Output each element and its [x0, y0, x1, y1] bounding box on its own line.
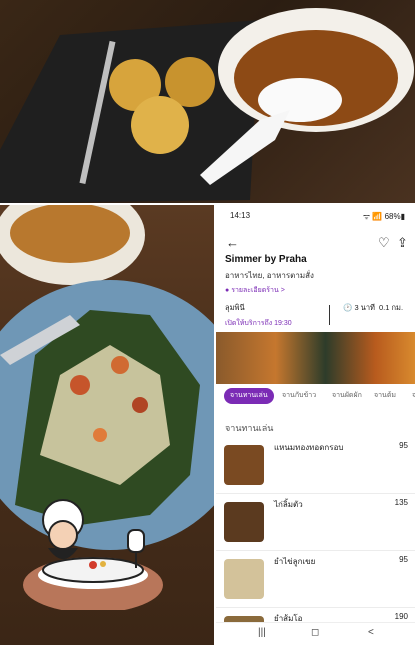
menu-item-name: ไก่ลิ้มตัว	[274, 500, 303, 509]
share-icon[interactable]: ⇪	[397, 236, 408, 249]
status-bar: 14:13 ᯤ 📶 68%▮	[216, 205, 415, 225]
distance: 0.1 กม.	[379, 303, 404, 312]
food-photo-salad	[0, 205, 214, 645]
header-bar: ← ♡ ⇪	[216, 229, 415, 253]
heart-icon[interactable]: ♡	[378, 236, 390, 249]
menu-item-price: 135	[394, 498, 408, 507]
open-status: เปิดให้บริการถึง 19:30	[225, 320, 292, 327]
restaurant-details-link[interactable]: ● รายละเอียดร้าน >	[225, 285, 285, 296]
fried-balls-illustration	[0, 8, 414, 203]
menu-item-photo	[224, 559, 264, 599]
menu-item-price: 95	[399, 441, 408, 450]
menu-item[interactable]: ไก่ลิ้มตัว 135	[216, 494, 415, 551]
menu-photo-strip[interactable]	[216, 332, 415, 384]
menu-item-name: แหนมทองทอดกรอบ	[274, 443, 344, 452]
status-time: 14:13	[230, 211, 251, 220]
menu-item-photo	[224, 502, 264, 542]
menu-item-name: ยำไข่ลูกเขย	[274, 557, 316, 566]
section-title: จานทานเล่น	[225, 423, 274, 433]
food-photo-fried-balls	[0, 0, 415, 203]
duration-label: 3 นาที	[354, 303, 375, 312]
tab-4[interactable]: จานผ	[406, 388, 415, 404]
location-label: ลุมพินี	[225, 303, 245, 312]
android-nav-bar: ||| ◻ <	[216, 622, 415, 645]
restaurant-name: Simmer by Praha	[225, 254, 307, 265]
menu-item[interactable]: ยำไข่ลูกเขย 95	[216, 551, 415, 608]
menu-item-photo	[224, 445, 264, 485]
back-button[interactable]: <	[368, 627, 374, 638]
divider	[329, 305, 330, 325]
menu-item-price: 190	[394, 612, 408, 621]
travel-duration: 🕑 3 นาที	[343, 303, 375, 312]
restaurant-chef-logo	[18, 490, 168, 613]
menu-item-price: 95	[399, 555, 408, 564]
menu-item[interactable]: แหนมทองทอดกรอบ 95	[216, 437, 415, 494]
tab-0[interactable]: จานทานเล่น	[224, 388, 274, 404]
restaurant-app-screen: 14:13 ᯤ 📶 68%▮ ← ♡ ⇪ Simmer by Praha อาห…	[216, 205, 415, 645]
home-button[interactable]: ◻	[311, 627, 319, 638]
arrow-left-icon[interactable]: ←	[226, 236, 239, 249]
restaurant-cuisines: อาหารไทย, อาหารตามสั่ง	[225, 271, 314, 280]
status-system-icons: ᯤ 📶 68%▮	[362, 212, 405, 221]
tab-3[interactable]: จานต้ม	[368, 388, 402, 404]
tab-2[interactable]: จานผัดผัก	[326, 388, 368, 404]
category-tabs: จานทานเล่นจานกับข้าวจานผัดผักจานต้ม จานผ	[216, 388, 415, 406]
details-link-label: รายละเอียดร้าน >	[231, 287, 285, 294]
tab-1[interactable]: จานกับข้าว	[276, 388, 322, 404]
recent-apps-button[interactable]: |||	[258, 627, 266, 638]
